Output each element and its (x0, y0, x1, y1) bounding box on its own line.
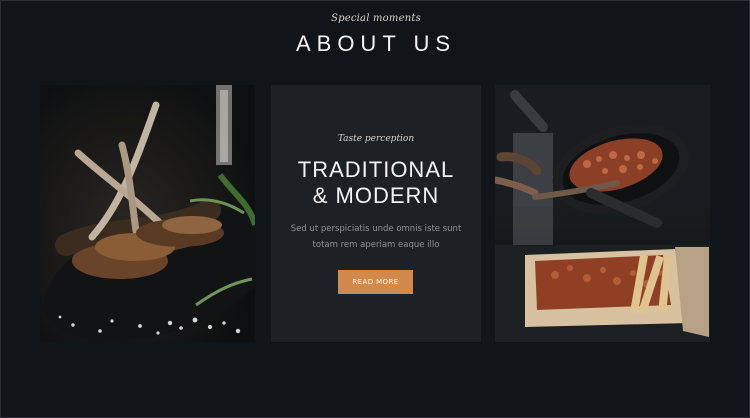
feature-body-line1: Sed ut perspiciatis unde omnis iste sunt (290, 224, 462, 234)
lamb-chops-illustration (40, 85, 255, 342)
pan-and-fries-illustration (495, 85, 710, 342)
feature-panel: Taste perception TRADITIONAL & MODERN Se… (271, 85, 481, 342)
feature-heading-line1: TRADITIONAL (297, 157, 455, 182)
about-us-section: Special moments ABOUT US Taste perceptio… (0, 0, 750, 418)
read-more-button[interactable]: READ MORE (338, 270, 413, 294)
section-title: ABOUT US (295, 31, 457, 56)
lamb-chops-image (40, 85, 255, 342)
feature-eyebrow: Taste perception (337, 134, 415, 144)
feature-body-line2: totam rem aperiam eaque illo (312, 240, 440, 250)
section-eyebrow: Special moments (331, 13, 421, 24)
feature-heading-line2: & MODERN (312, 183, 440, 208)
feature-body: Sed ut perspiciatis unde omnis iste sunt… (289, 221, 463, 253)
feature-heading: TRADITIONAL & MODERN (271, 157, 481, 209)
pan-and-fries-image (495, 85, 710, 342)
